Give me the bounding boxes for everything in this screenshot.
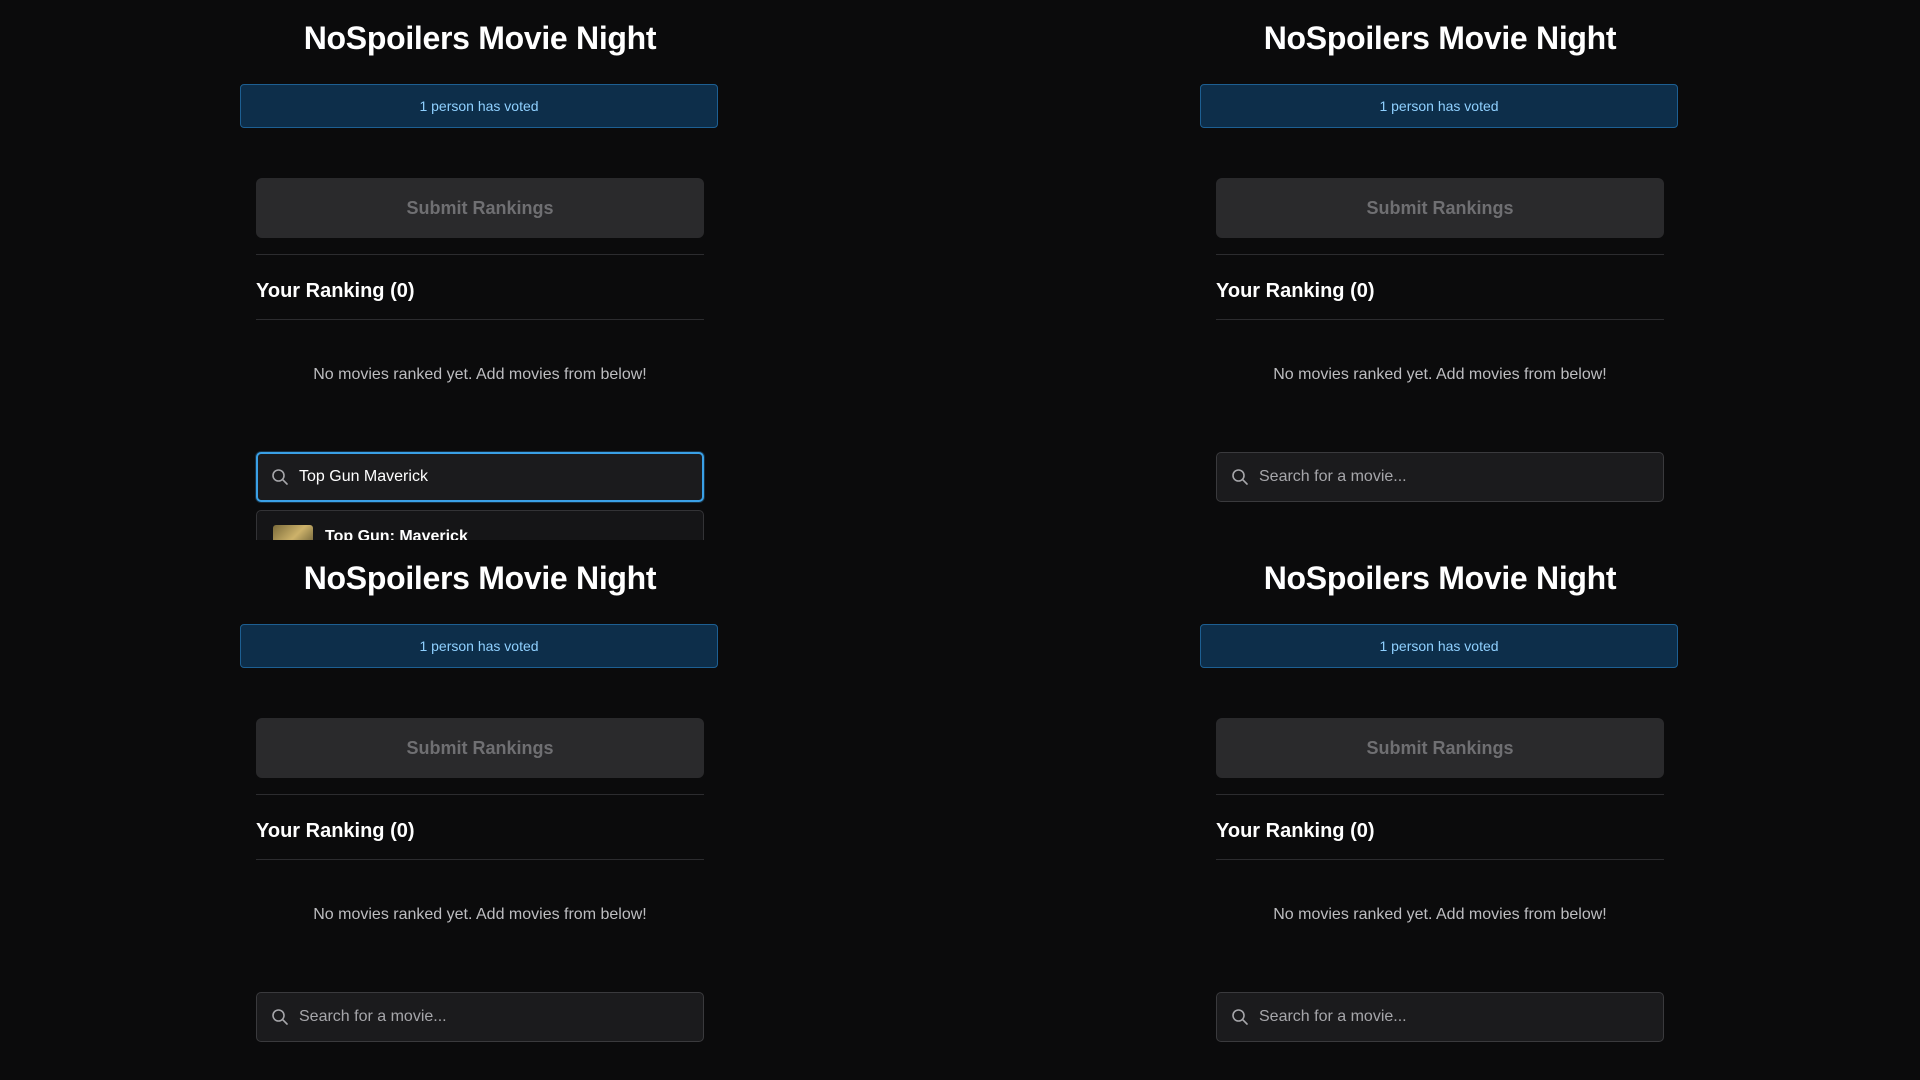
divider [1216, 319, 1664, 320]
search-result-title: Top Gun: Maverick [325, 528, 468, 540]
movie-poster-thumbnail [273, 525, 313, 540]
vote-status-banner: 1 person has voted [240, 84, 718, 128]
app-title: NoSpoilers Movie Night [1263, 20, 1617, 56]
app-title: NoSpoilers Movie Night [303, 560, 657, 596]
search-icon [1232, 469, 1248, 485]
ranking-heading: Your Ranking (0) [256, 280, 415, 302]
search-field[interactable] [1216, 992, 1664, 1042]
panel-search-empty: NoSpoilers Movie Night 1 person has vote… [0, 540, 960, 1080]
ranking-heading: Your Ranking (0) [1216, 280, 1375, 302]
search-icon [272, 1009, 288, 1025]
divider [1216, 254, 1664, 255]
ranking-heading: Your Ranking (0) [1216, 820, 1375, 842]
search-input[interactable] [299, 1008, 679, 1026]
divider [256, 794, 704, 795]
panel-search-empty: NoSpoilers Movie Night 1 person has vote… [960, 540, 1920, 1080]
search-input[interactable] [1259, 468, 1639, 486]
divider [256, 859, 704, 860]
panel-search-active: NoSpoilers Movie Night 1 person has vote… [0, 0, 960, 540]
vote-status-banner: 1 person has voted [240, 624, 718, 668]
search-field[interactable] [1216, 452, 1664, 502]
app-title: NoSpoilers Movie Night [1263, 560, 1617, 596]
divider [1216, 794, 1664, 795]
vote-status-banner: 1 person has voted [1200, 624, 1678, 668]
app-title: NoSpoilers Movie Night [303, 20, 657, 56]
submit-rankings-button[interactable]: Submit Rankings [1216, 178, 1664, 238]
vote-status-banner: 1 person has voted [1200, 84, 1678, 128]
search-input[interactable] [1259, 1008, 1639, 1026]
empty-ranking-message: No movies ranked yet. Add movies from be… [313, 906, 647, 923]
divider [256, 254, 704, 255]
search-field[interactable] [256, 992, 704, 1042]
panel-search-empty: NoSpoilers Movie Night 1 person has vote… [960, 0, 1920, 540]
search-icon [272, 469, 288, 485]
submit-rankings-button[interactable]: Submit Rankings [1216, 718, 1664, 778]
search-field[interactable] [256, 452, 704, 502]
ranking-heading: Your Ranking (0) [256, 820, 415, 842]
empty-ranking-message: No movies ranked yet. Add movies from be… [1273, 906, 1607, 923]
search-icon [1232, 1009, 1248, 1025]
submit-rankings-button[interactable]: Submit Rankings [256, 178, 704, 238]
empty-ranking-message: No movies ranked yet. Add movies from be… [313, 366, 647, 383]
search-input[interactable] [299, 468, 679, 486]
divider [1216, 859, 1664, 860]
divider [256, 319, 704, 320]
empty-ranking-message: No movies ranked yet. Add movies from be… [1273, 366, 1607, 383]
search-result-item[interactable]: Top Gun: Maverick [256, 510, 704, 540]
screenshot-grid: NoSpoilers Movie Night 1 person has vote… [0, 0, 1920, 1080]
submit-rankings-button[interactable]: Submit Rankings [256, 718, 704, 778]
